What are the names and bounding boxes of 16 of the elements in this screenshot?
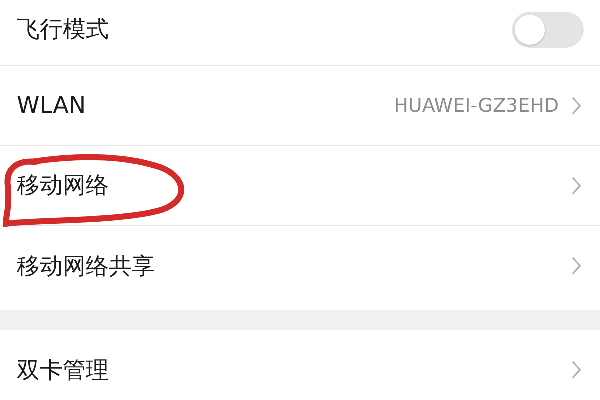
setting-label: 双卡管理 xyxy=(17,356,109,386)
settings-row[interactable]: 双卡管理 xyxy=(0,330,600,400)
settings-row[interactable]: WLAN HUAWEI-GZ3EHD xyxy=(0,66,600,146)
setting-value: HUAWEI-GZ3EHD xyxy=(394,94,559,116)
chevron-icon xyxy=(571,256,582,276)
settings-row[interactable]: 飞行模式 xyxy=(0,0,600,66)
chevron-icon xyxy=(571,360,582,380)
chevron-icon xyxy=(571,96,582,116)
setting-label: 移动网络 xyxy=(17,172,109,201)
settings-row[interactable]: 移动网络 xyxy=(0,146,600,226)
chevron-icon xyxy=(571,176,582,196)
setting-label: WLAN xyxy=(17,92,86,118)
toggle-switch[interactable] xyxy=(512,12,584,48)
setting-label: 移动网络共享 xyxy=(17,252,155,282)
settings-row[interactable]: 移动网络共享 xyxy=(0,226,600,306)
setting-label: 飞行模式 xyxy=(17,16,109,45)
